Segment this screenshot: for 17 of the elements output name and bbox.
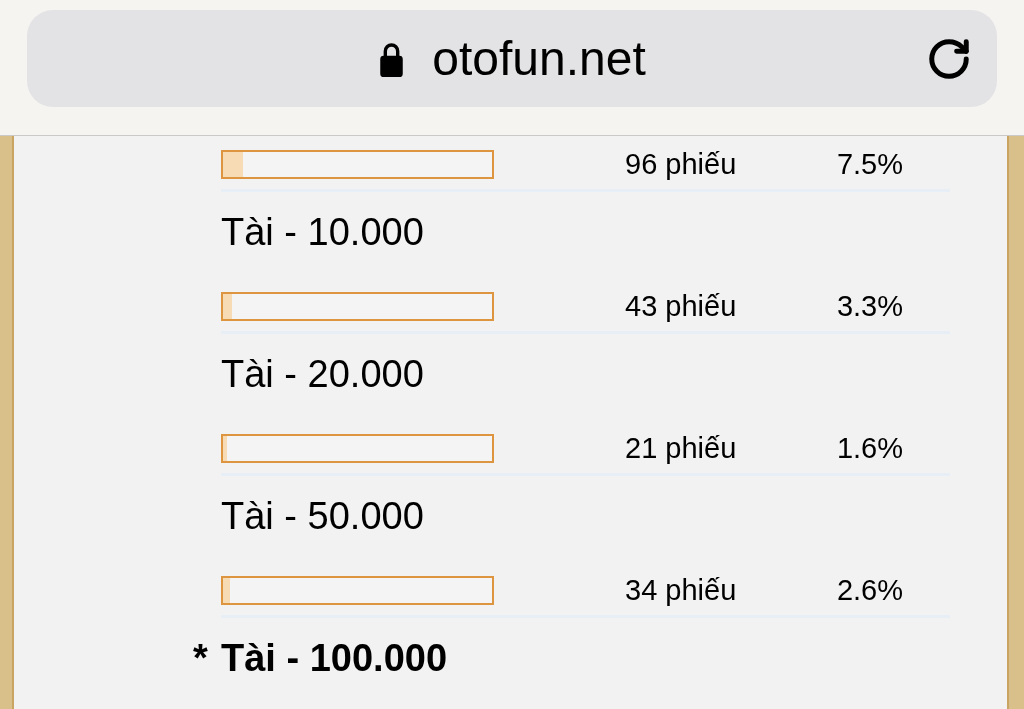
option-label: Tài - 20.000: [221, 356, 424, 392]
vote-percent: 3.3%: [836, 292, 903, 321]
option-label: Tài - 50.000: [221, 498, 424, 534]
url-text: otofun.net: [432, 34, 646, 83]
vote-count: 96 phiếu: [625, 150, 737, 179]
option-label: Tài - 10.000: [221, 214, 424, 250]
vote-count: 34 phiếu: [625, 576, 737, 605]
vote-count: 21 phiếu: [625, 434, 737, 463]
lock-icon: [378, 40, 406, 77]
reload-icon: [926, 36, 972, 82]
option-label: Tài - 100.000: [221, 640, 448, 676]
vote-count: 43 phiếu: [625, 292, 737, 321]
address-bar[interactable]: otofun.net: [27, 10, 997, 107]
vote-percent: 2.6%: [836, 576, 903, 605]
vote-percent: 1.6%: [836, 434, 903, 463]
vote-percent: 7.5%: [836, 150, 903, 179]
vote-marker: *: [193, 640, 208, 676]
